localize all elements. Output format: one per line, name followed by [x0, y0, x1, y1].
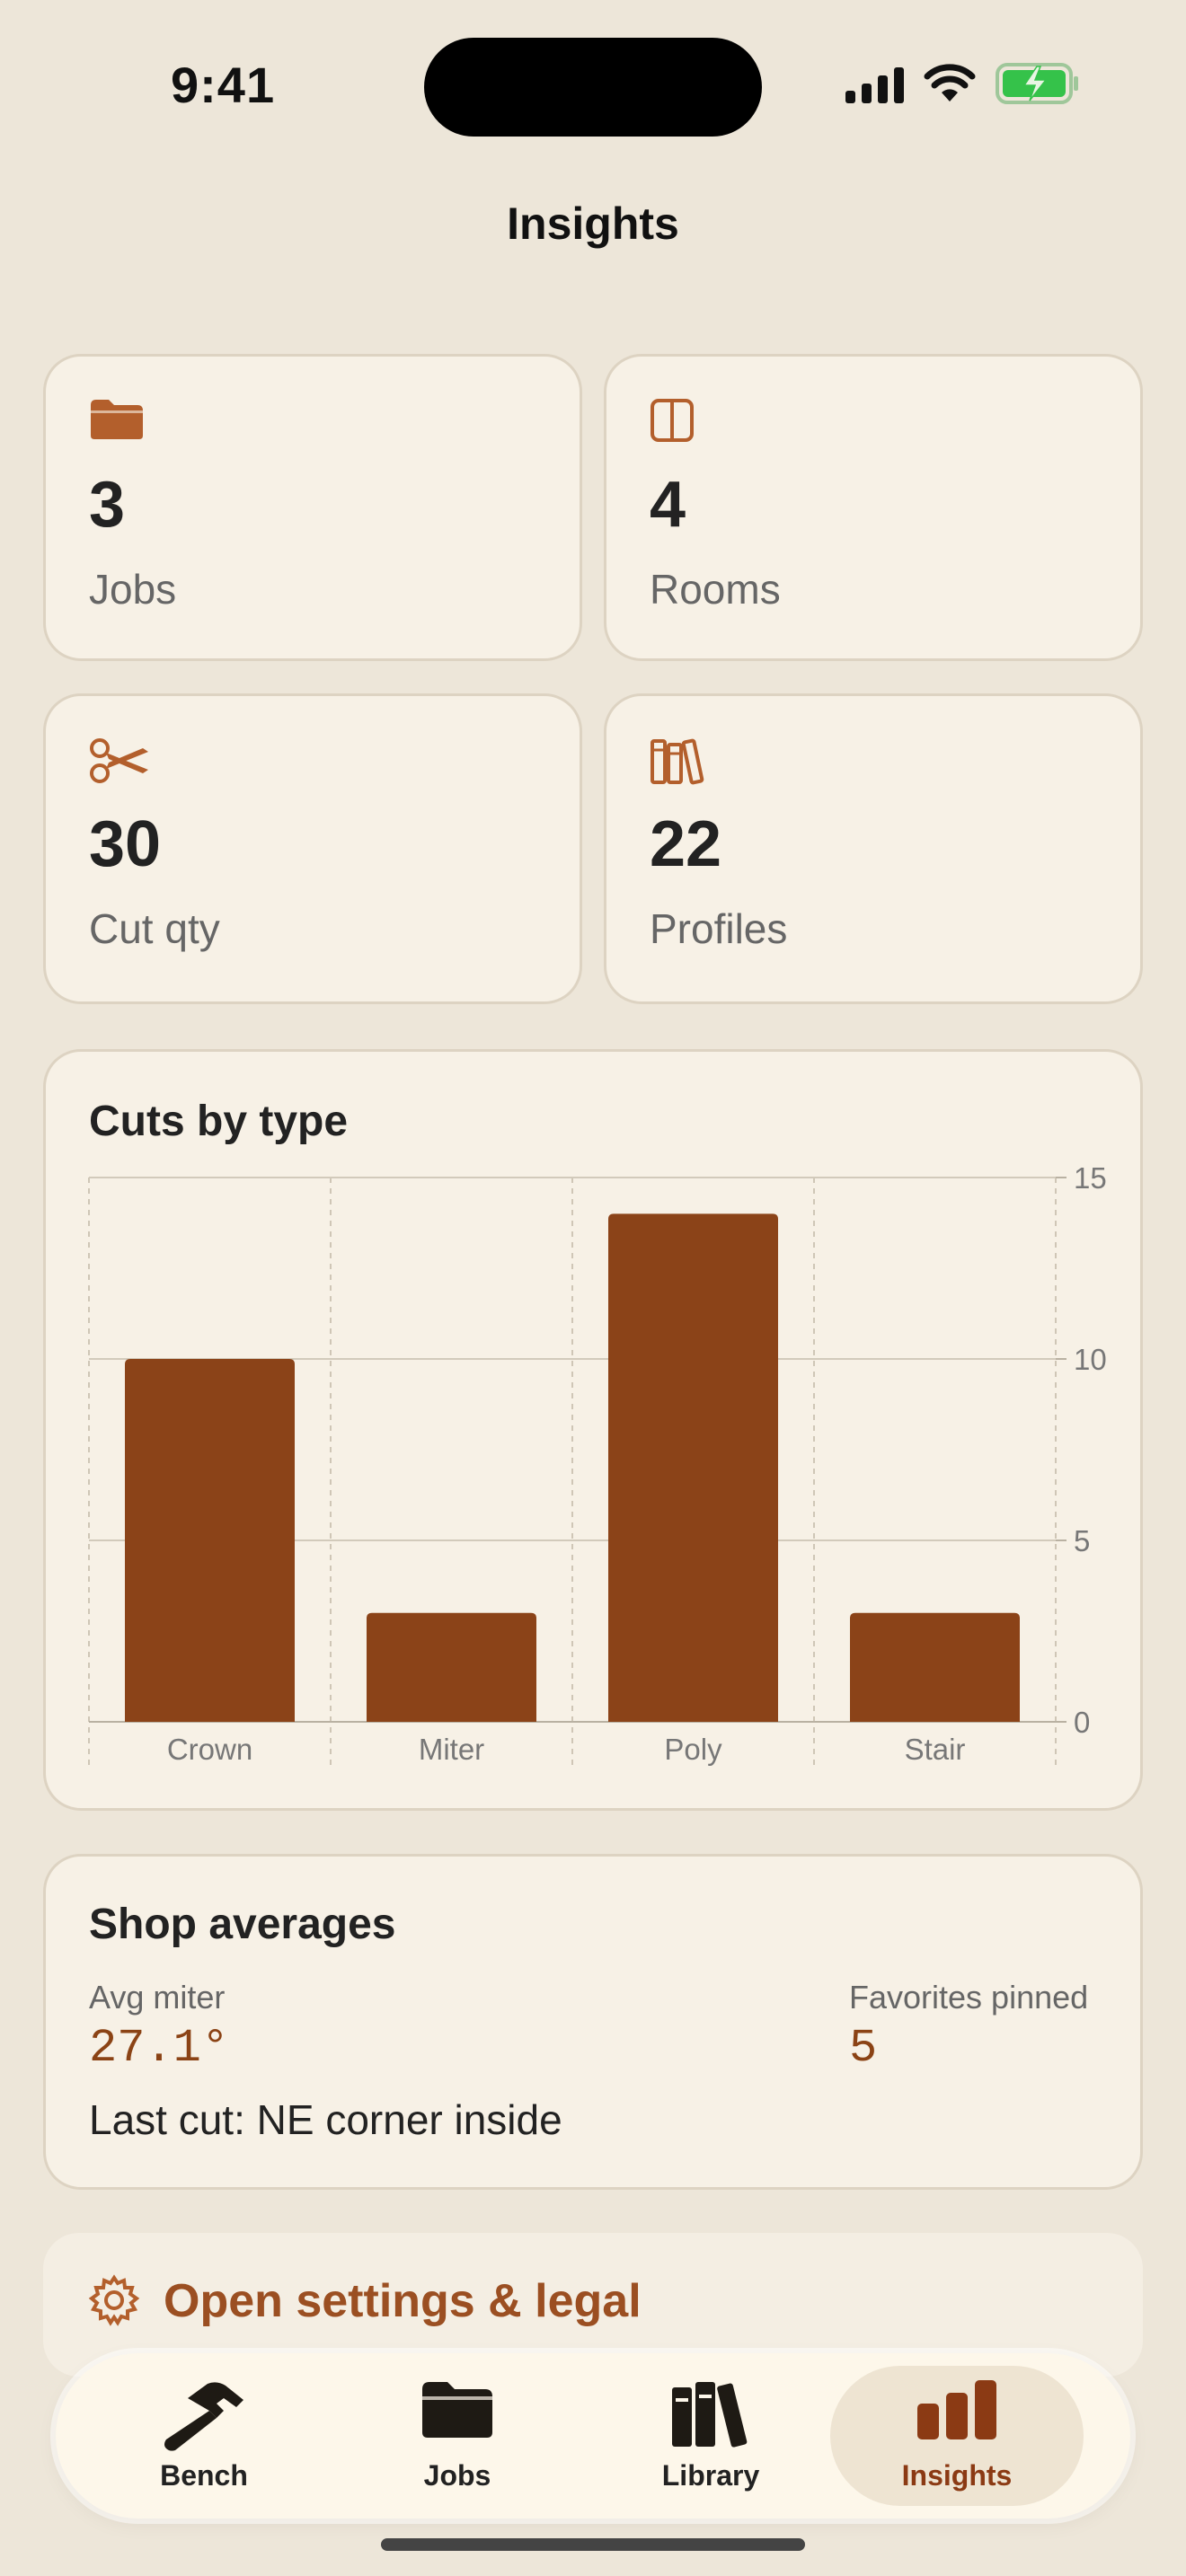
chart-y-tick-label: 0	[1074, 1706, 1090, 1739]
gear-icon	[88, 2274, 140, 2331]
stat-value: 3	[89, 469, 126, 541]
dynamic-island	[424, 38, 762, 137]
chart-y-tick-label: 15	[1074, 1161, 1107, 1195]
stat-label: Jobs	[89, 566, 177, 613]
chart-x-tick-label: Stair	[905, 1733, 966, 1766]
stat-value: 22	[650, 808, 722, 880]
wifi-icon	[924, 64, 976, 101]
folder-icon	[89, 398, 145, 446]
averages-title: Shop averages	[89, 1901, 396, 1948]
tab-label: Insights	[901, 2459, 1013, 2492]
status-icons	[845, 63, 1080, 104]
chart-y-tick-label: 10	[1074, 1343, 1107, 1376]
tab-label: Library	[661, 2459, 760, 2492]
page-title: Insights	[507, 198, 679, 249]
hammer-icon	[161, 2380, 247, 2457]
battery-charging-icon	[996, 63, 1078, 104]
tab-library[interactable]: Library	[584, 2353, 837, 2519]
chart-x-tick-label: Poly	[664, 1733, 722, 1766]
chart-bar	[608, 1213, 778, 1722]
tab-jobs[interactable]: Jobs	[331, 2353, 584, 2519]
stat-card-profiles[interactable]: 22 Profiles	[604, 693, 1143, 1004]
stat-value: 4	[650, 469, 686, 541]
stat-label: Cut qty	[89, 905, 220, 952]
last-cut-text: Last cut: NE corner inside	[89, 2096, 562, 2143]
favorites-pinned-value: 5	[849, 2022, 878, 2075]
tab-label: Bench	[160, 2459, 248, 2492]
folder-icon	[420, 2380, 494, 2444]
chart-x-tick-label: Miter	[419, 1733, 484, 1766]
avg-miter-label: Avg miter	[89, 1979, 226, 2016]
home-indicator	[381, 2538, 805, 2551]
books-icon	[670, 2380, 751, 2453]
chart-bar	[367, 1612, 536, 1722]
tab-bench[interactable]: Bench	[77, 2353, 331, 2519]
avg-miter-value: 27.1°	[89, 2022, 230, 2075]
stat-label: Profiles	[650, 905, 788, 952]
chart-x-tick-label: Crown	[167, 1733, 252, 1766]
tab-bar: Bench Jobs Library Insights	[56, 2353, 1130, 2519]
status-time: 9:41	[171, 57, 276, 113]
shop-averages-card: Shop averages Avg miter 27.1° Favorites …	[43, 1854, 1143, 2190]
stat-card-rooms[interactable]: 4 Rooms	[604, 354, 1143, 661]
chart-card-cuts-by-type: Cuts by type 0 5 10 15 Crown Miter Poly Stair	[43, 1049, 1143, 1811]
books-icon	[650, 737, 707, 790]
stat-value: 30	[89, 808, 162, 880]
chart-bar	[850, 1612, 1020, 1722]
chart-bar	[125, 1359, 295, 1722]
chart-y-tick-label: 5	[1074, 1524, 1090, 1557]
cellular-signal-icon	[845, 64, 904, 103]
favorites-pinned-label: Favorites pinned	[849, 1979, 1089, 2016]
stat-label: Rooms	[650, 566, 781, 613]
stat-card-cut-qty[interactable]: 30 Cut qty	[43, 693, 582, 1004]
bar-chart: 0 5 10 15 Crown Miter Poly Stair	[88, 1161, 1107, 1766]
settings-label: Open settings & legal	[164, 2275, 642, 2327]
tab-label: Jobs	[423, 2459, 491, 2492]
rooms-icon	[650, 398, 695, 447]
scissors-icon	[89, 737, 152, 789]
bar-chart-icon	[916, 2380, 998, 2444]
stat-card-jobs[interactable]: 3 Jobs	[43, 354, 582, 661]
tab-insights[interactable]: Insights	[830, 2366, 1084, 2506]
